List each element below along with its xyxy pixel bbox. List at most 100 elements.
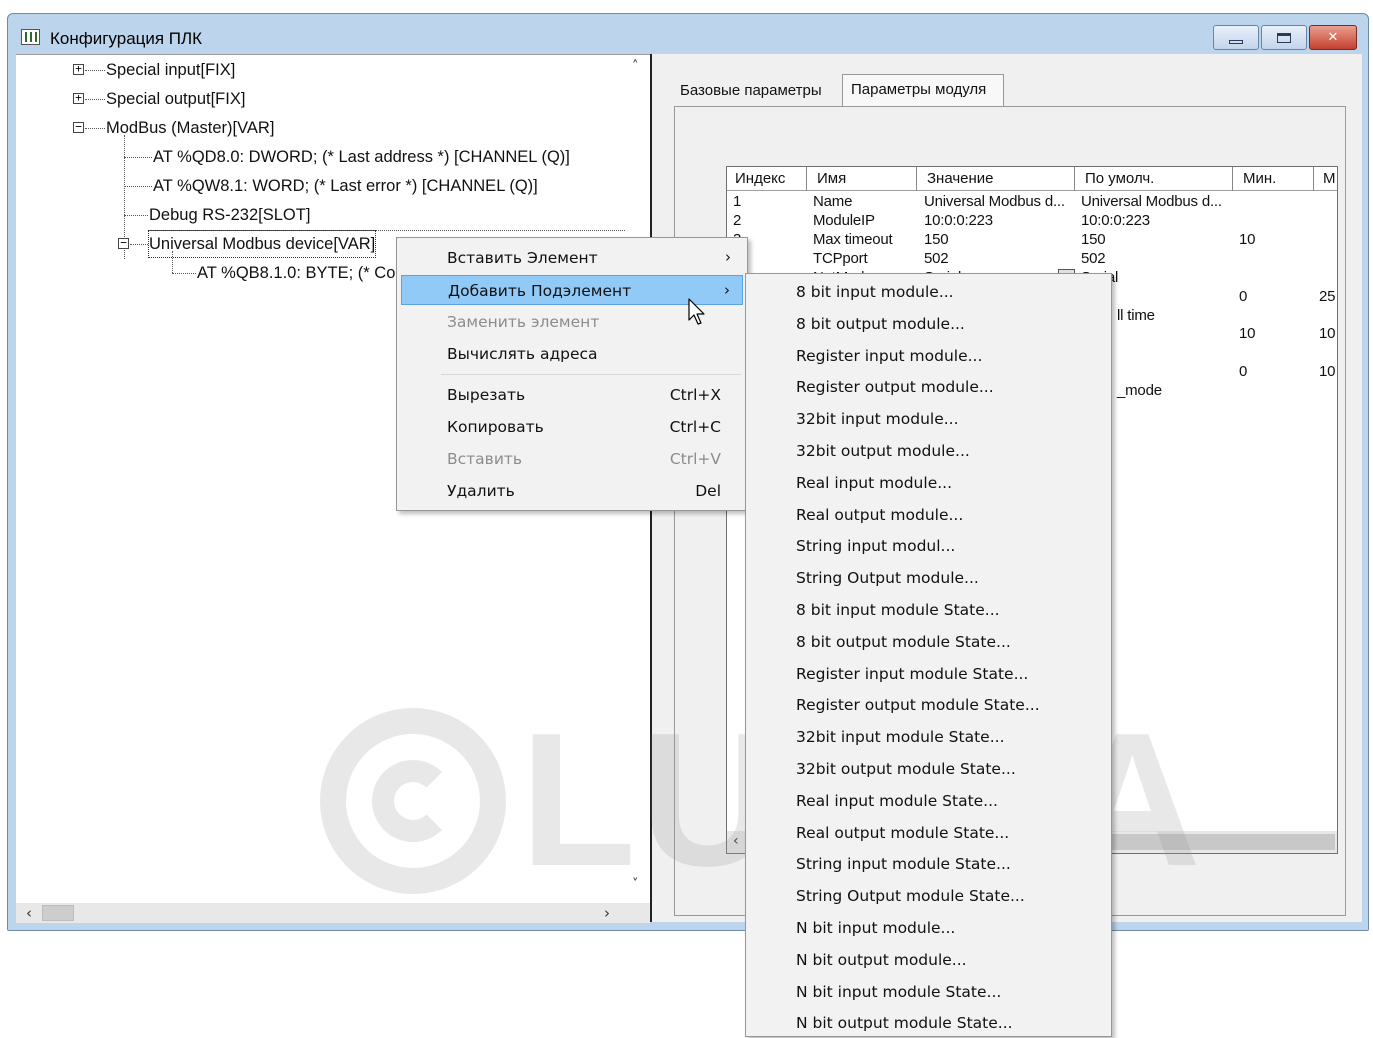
submenu-item[interactable]: String Output module... [750,563,1106,593]
tree-item-last-error[interactable]: AT %QW8.1: WORD; (* Last error *) [CHANN… [153,173,538,199]
submenu-item[interactable]: 32bit output module State... [750,754,1106,784]
cell-name[interactable]: Max timeout [813,231,893,248]
menu-item-label: Добавить Подэлемент [448,282,632,300]
tree-item-qb8-byte[interactable]: AT %QB8.1.0: BYTE; (* Co [197,260,395,286]
column-header-index[interactable]: Индекс [735,170,785,187]
column-header-value[interactable]: Значение [927,170,994,187]
collapse-icon[interactable]: − [73,121,84,133]
submenu-item[interactable]: Real input module... [750,468,1106,498]
submenu-item-label: String Output module... [796,569,979,588]
menu-item-copy[interactable]: Копировать Ctrl+C [401,412,743,442]
tree-item-modbus-master[interactable]: ModBus (Master)[VAR] [106,115,274,141]
submenu-item[interactable]: 32bit input module... [750,404,1106,434]
cell-max[interactable]: 25 [1319,288,1336,305]
cell-min[interactable]: 0 [1239,363,1247,380]
cell-default[interactable]: _mode [1117,382,1162,399]
submenu-item[interactable]: String input module State... [750,849,1106,879]
menu-item-delete[interactable]: Удалить Del [401,476,743,506]
cell-name[interactable]: ModuleIP [813,212,875,229]
cell-index[interactable]: 1 [733,193,741,210]
menu-item-paste[interactable]: Вставить Ctrl+V [401,444,743,474]
cell-default[interactable]: ll time [1117,307,1155,324]
cell-default[interactable]: 150 [1081,231,1106,248]
submenu-item[interactable]: 8 bit input module State... [750,595,1106,625]
menu-item-shortcut: Ctrl+C [669,418,721,436]
minimize-button[interactable] [1213,25,1259,50]
submenu-item[interactable]: 32bit input module State... [750,722,1106,752]
submenu-item[interactable]: N bit input module... [750,913,1106,943]
column-header-default[interactable]: По умолч. [1085,170,1154,187]
menu-item-label: Заменить элемент [447,313,600,331]
submenu-arrow-icon: › [724,281,730,299]
tree-item-last-address[interactable]: AT %QD8.0: DWORD; (* Last address *) [CH… [153,144,570,170]
submenu-item[interactable]: N bit input module State... [750,977,1106,1007]
expand-icon[interactable]: + [73,92,84,104]
cell-value[interactable]: Universal Modbus d... [924,193,1065,210]
cell-default[interactable]: Universal Modbus d... [1081,193,1222,210]
cell-min[interactable]: 10 [1239,325,1256,342]
minimize-icon [1229,39,1243,44]
submenu-item[interactable]: String Output module State... [750,881,1106,911]
submenu-item[interactable]: Real output module... [750,500,1106,530]
tree-item-special-input[interactable]: Special input[FIX] [106,57,235,83]
tree-item-special-output[interactable]: Special output[FIX] [106,86,245,112]
menu-item-label: Удалить [447,482,515,500]
cell-min[interactable]: 10 [1239,231,1256,248]
submenu-item[interactable]: N bit output module... [750,945,1106,975]
column-header-min[interactable]: Мин. [1243,170,1276,187]
submenu-item[interactable]: 8 bit output module State... [750,627,1106,657]
submenu-item[interactable]: Register input module... [750,341,1106,371]
scroll-left-icon[interactable]: ‹ [26,904,32,922]
cell-min[interactable]: 0 [1239,288,1247,305]
maximize-button[interactable] [1261,25,1307,50]
maximize-icon [1277,32,1291,43]
cell-max[interactable]: 10 [1319,325,1336,342]
cell-max[interactable]: 10 [1319,363,1336,380]
submenu-item[interactable]: 8 bit input module... [750,277,1106,307]
cell-default[interactable]: 10:0:0:223 [1081,212,1150,229]
scroll-up-icon[interactable]: ˄ [632,59,639,74]
expand-icon[interactable]: + [73,63,84,75]
cell-default[interactable]: 502 [1081,250,1106,267]
tab-basic-parameters[interactable]: Базовые параметры [680,82,822,99]
scroll-left-icon[interactable]: ‹ [733,833,739,849]
submenu-item[interactable]: String input modul... [750,531,1106,561]
menu-item-insert-element[interactable]: Вставить Элемент › [401,243,743,273]
submenu-item-label: 8 bit input module... [796,283,954,301]
submenu-item-label: N bit input module State... [796,982,1002,1001]
submenu-item[interactable]: Register output module State... [750,690,1106,720]
close-button[interactable]: ✕ [1309,25,1357,50]
submenu-item-label: 8 bit output module... [796,314,965,333]
column-header-max[interactable]: М [1323,170,1336,187]
cell-name[interactable]: TCPport [813,250,868,267]
cell-index[interactable]: 2 [733,212,741,229]
tree-horizontal-scrollbar[interactable]: ‹ › [16,903,650,923]
menu-item-calculate-addresses[interactable]: Вычислять адреса [401,339,743,369]
cell-value[interactable]: 150 [924,231,949,248]
submenu-item[interactable]: 32bit output module... [750,436,1106,466]
menu-item-cut[interactable]: Вырезать Ctrl+X [401,380,743,410]
submenu-item[interactable]: N bit output module State... [750,1008,1106,1038]
title-bar[interactable]: Конфигурация ПЛК ✕ [8,14,1368,54]
tree-item-universal-modbus-device[interactable]: Universal Modbus device[VAR] [147,230,377,258]
submenu-item[interactable]: Register input module State... [750,659,1106,689]
scroll-down-icon[interactable]: ˅ [632,877,639,892]
submenu-item-label: Register output module... [796,378,994,397]
submenu-item[interactable]: Real output module State... [750,818,1106,848]
submenu-item[interactable]: 8 bit output module... [750,309,1106,339]
scrollbar-thumb[interactable] [42,905,74,921]
cell-value[interactable]: 10:0:0:223 [924,212,993,229]
submenu-item[interactable]: Register output module... [750,372,1106,402]
tree-item-debug-rs232[interactable]: Debug RS-232[SLOT] [149,202,310,228]
collapse-icon[interactable]: − [118,237,129,249]
submenu-item-label: Register output module State... [796,696,1040,715]
close-icon: ✕ [1327,30,1339,45]
submenu-item-label: 32bit output module State... [796,760,1016,778]
submenu-item[interactable]: Real input module State... [750,786,1106,816]
cell-value[interactable]: 502 [924,250,949,267]
column-header-name[interactable]: Имя [817,170,846,187]
window-title: Конфигурация ПЛК [50,29,203,48]
tab-module-parameters[interactable]: Параметры модуля [842,74,1004,107]
cell-name[interactable]: Name [813,193,852,210]
scroll-right-icon[interactable]: › [604,904,610,922]
